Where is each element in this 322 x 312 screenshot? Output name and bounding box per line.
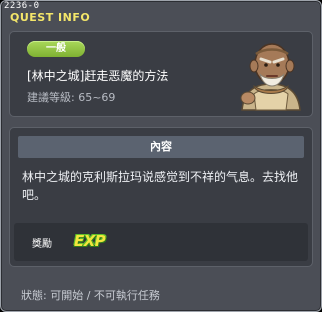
quest-description: 林中之城的克利斯拉玛说感觉到不祥的气息。去找他吧。 bbox=[22, 170, 299, 202]
quest-status: 狀態: 可開始 / 不可執行任務 bbox=[21, 289, 160, 302]
window-title: QUEST INFO bbox=[10, 11, 91, 24]
reward-label: 獎勵 bbox=[32, 239, 52, 250]
quest-name: [林中之城]赶走恶魔的方法 bbox=[27, 69, 169, 83]
quest-level-requirement: 建議等級: 65~69 bbox=[27, 91, 116, 104]
old-man-npc-icon bbox=[240, 43, 301, 111]
version-label: 2236-0 bbox=[4, 1, 40, 11]
reward-row: 獎勵 EXP bbox=[14, 223, 308, 261]
quest-summary-card: 一般 [林中之城]赶走恶魔的方法 建議等級: 65~69 bbox=[9, 31, 313, 117]
content-section-header: 內容 bbox=[18, 136, 304, 158]
quest-category-badge: 一般 bbox=[27, 41, 85, 57]
quest-info-window: 2236-0 QUEST INFO 一般 [林中之城]赶走恶魔的方法 建議等級:… bbox=[0, 0, 322, 312]
quest-content-box: 內容 林中之城的克利斯拉玛说感觉到不祥的气息。去找他吧。 獎勵 EXP bbox=[9, 127, 313, 267]
exp-reward-icon: EXP bbox=[74, 232, 106, 250]
